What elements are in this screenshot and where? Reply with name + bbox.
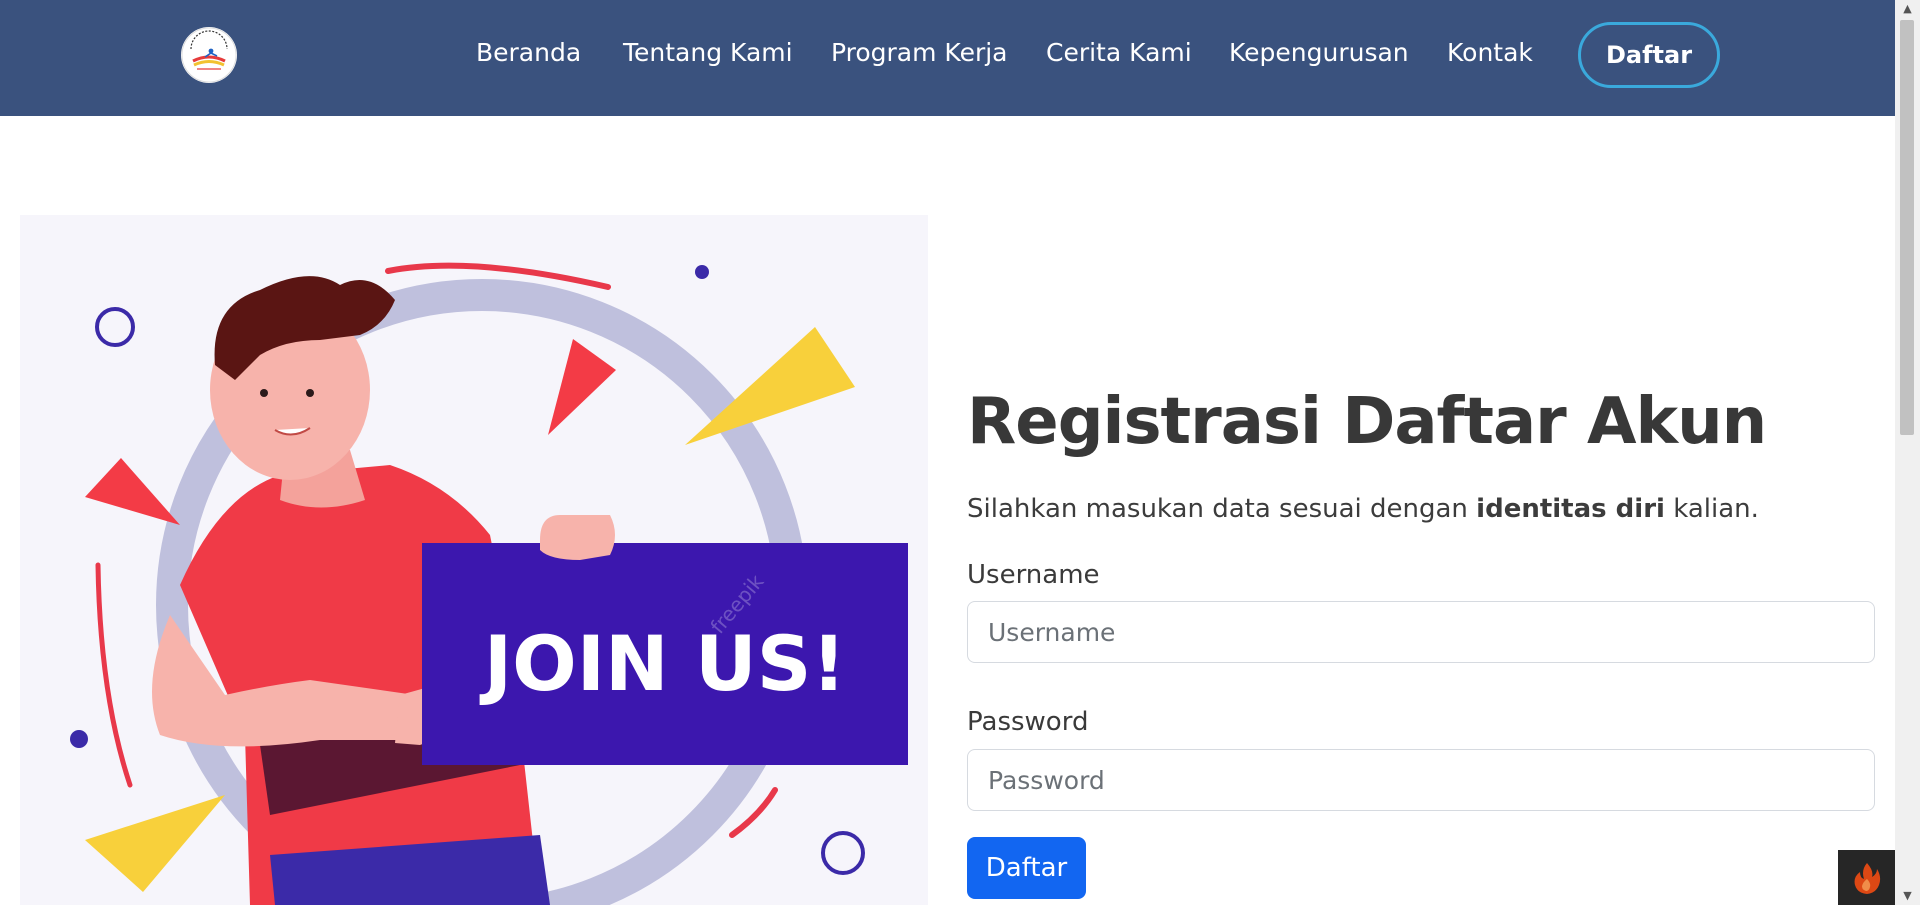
subtitle-text-start: Silahkan masukan data sesuai dengan <box>967 494 1477 524</box>
nav-kontak[interactable]: Kontak <box>1447 38 1533 67</box>
username-label: Username <box>967 560 1100 590</box>
nav-tentang-kami[interactable]: Tentang Kami <box>623 38 793 67</box>
page-title: Registrasi Daftar Akun <box>967 385 1767 459</box>
debug-toolbar-toggle[interactable] <box>1838 850 1895 905</box>
join-us-illustration: JOIN US! freepik <box>20 215 928 905</box>
password-input[interactable] <box>967 749 1875 811</box>
register-nav-button[interactable]: Daftar <box>1578 22 1720 88</box>
page-scrollbar[interactable]: ▲ ▼ <box>1895 0 1920 905</box>
subtitle-emphasis: identitas diri <box>1476 494 1665 524</box>
scrollbar-thumb[interactable] <box>1900 20 1914 435</box>
register-submit-button[interactable]: Daftar <box>967 837 1086 899</box>
registration-page: Beranda Tentang Kami Program Kerja Cerit… <box>0 0 1920 905</box>
nav-program-kerja[interactable]: Program Kerja <box>831 38 1008 67</box>
flame-icon <box>1854 862 1880 894</box>
password-label: Password <box>967 707 1089 737</box>
join-us-sign-text: JOIN US! <box>479 619 846 708</box>
top-navbar: Beranda Tentang Kami Program Kerja Cerit… <box>0 0 1895 116</box>
nav-beranda[interactable]: Beranda <box>476 38 581 67</box>
logo-icon[interactable] <box>181 27 237 83</box>
subtitle-text-end: kalian. <box>1664 494 1759 524</box>
nav-kepengurusan[interactable]: Kepengurusan <box>1229 38 1409 67</box>
username-input[interactable] <box>967 601 1875 663</box>
scroll-up-arrow-icon[interactable]: ▲ <box>1895 0 1920 18</box>
join-us-illustration-art: JOIN US! freepik <box>70 262 908 905</box>
form-subtitle: Silahkan masukan data sesuai dengan iden… <box>967 494 1759 524</box>
scroll-down-arrow-icon[interactable]: ▼ <box>1895 887 1920 905</box>
nav-cerita-kami[interactable]: Cerita Kami <box>1046 38 1192 67</box>
